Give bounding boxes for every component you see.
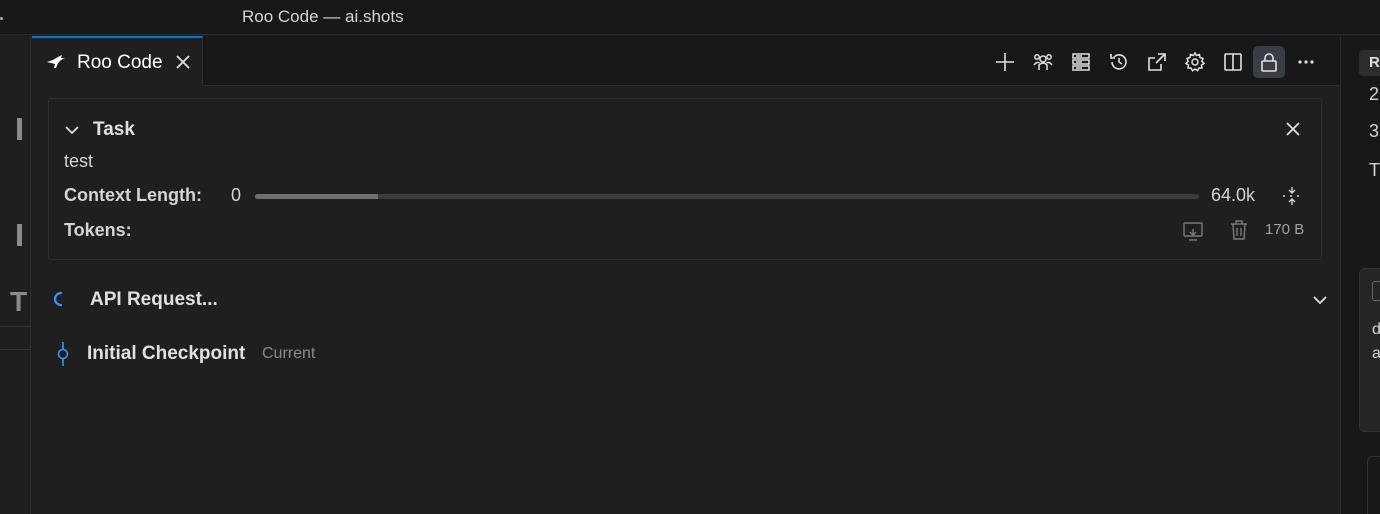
divider xyxy=(0,326,31,327)
task-title: Task xyxy=(93,119,135,140)
checkpoint-icon xyxy=(57,342,69,366)
context-length-label: Context Length: xyxy=(64,185,202,205)
new-task-button[interactable] xyxy=(989,46,1021,78)
right-text-line: T xyxy=(1369,160,1380,180)
condense-context-icon[interactable] xyxy=(1281,185,1303,207)
task-size: 170 B xyxy=(1265,221,1305,238)
tokens-label: Tokens: xyxy=(64,220,132,240)
trash-icon[interactable] xyxy=(1229,219,1249,241)
modes-button[interactable] xyxy=(1027,46,1059,78)
right-text-line: 3 xyxy=(1369,121,1380,141)
open-external-icon xyxy=(1148,53,1166,71)
task-card: Task test Context Length: 0 64.0k Tokens… xyxy=(48,98,1322,260)
task-text: test xyxy=(64,151,94,171)
checkpoint-row: Initial Checkpoint Current xyxy=(48,336,648,372)
gear-icon xyxy=(1184,51,1206,72)
close-icon[interactable] xyxy=(174,53,192,71)
context-progress-fill xyxy=(255,194,378,199)
split-editor-icon xyxy=(1224,53,1242,71)
chevron-down-icon[interactable] xyxy=(63,121,81,139)
left-editor-strip: T xyxy=(0,36,31,514)
right-text-line: 2 xyxy=(1369,84,1380,104)
tab-bar: Roo Code xyxy=(32,36,1340,86)
lock-icon xyxy=(1261,53,1277,72)
right-panel-strip: R 2 3 T d a xyxy=(1340,36,1380,514)
close-icon[interactable] xyxy=(1283,119,1303,139)
divider xyxy=(0,349,31,350)
context-used: 0 xyxy=(231,185,242,205)
export-icon[interactable] xyxy=(1182,220,1204,242)
window-dot xyxy=(0,17,3,20)
right-tab-chip[interactable]: R xyxy=(1359,50,1380,76)
checkpoint-label: Initial Checkpoint xyxy=(87,343,246,364)
api-request-row[interactable]: API Request... xyxy=(48,280,1328,320)
context-max: 64.0k xyxy=(1211,185,1256,205)
tab-roo-code[interactable]: Roo Code xyxy=(32,36,203,86)
history-button[interactable] xyxy=(1103,46,1135,78)
servers-button[interactable] xyxy=(1065,46,1097,78)
editor-mark xyxy=(17,224,22,246)
plus-icon xyxy=(996,53,1014,71)
server-icon xyxy=(1072,53,1090,71)
checkpoint-status: Current xyxy=(262,345,316,362)
tab-label: Roo Code xyxy=(77,52,163,73)
context-progress-bar xyxy=(255,194,1199,199)
spinner-icon xyxy=(53,291,63,307)
right-card-2 xyxy=(1367,456,1380,514)
right-card-text: a xyxy=(1372,345,1380,362)
lock-button[interactable] xyxy=(1253,46,1285,78)
split-button[interactable] xyxy=(1217,46,1249,78)
history-icon xyxy=(1110,54,1127,70)
settings-button[interactable] xyxy=(1179,46,1211,78)
chevron-down-icon[interactable] xyxy=(1310,290,1330,310)
left-glyph: T xyxy=(10,286,28,317)
window-title: Roo Code — ai.shots xyxy=(242,7,404,26)
kangaroo-icon xyxy=(47,55,65,68)
ellipsis-icon xyxy=(1298,60,1314,64)
editor-mark xyxy=(17,118,22,140)
checkbox[interactable] xyxy=(1372,281,1380,301)
right-card-text: d xyxy=(1372,321,1380,338)
more-button[interactable] xyxy=(1290,46,1322,78)
api-request-label: API Request... xyxy=(90,289,218,310)
people-icon xyxy=(1033,54,1053,70)
title-bar: Roo Code — ai.shots xyxy=(0,0,1380,35)
popout-button[interactable] xyxy=(1141,46,1173,78)
right-card: d a xyxy=(1359,268,1380,432)
